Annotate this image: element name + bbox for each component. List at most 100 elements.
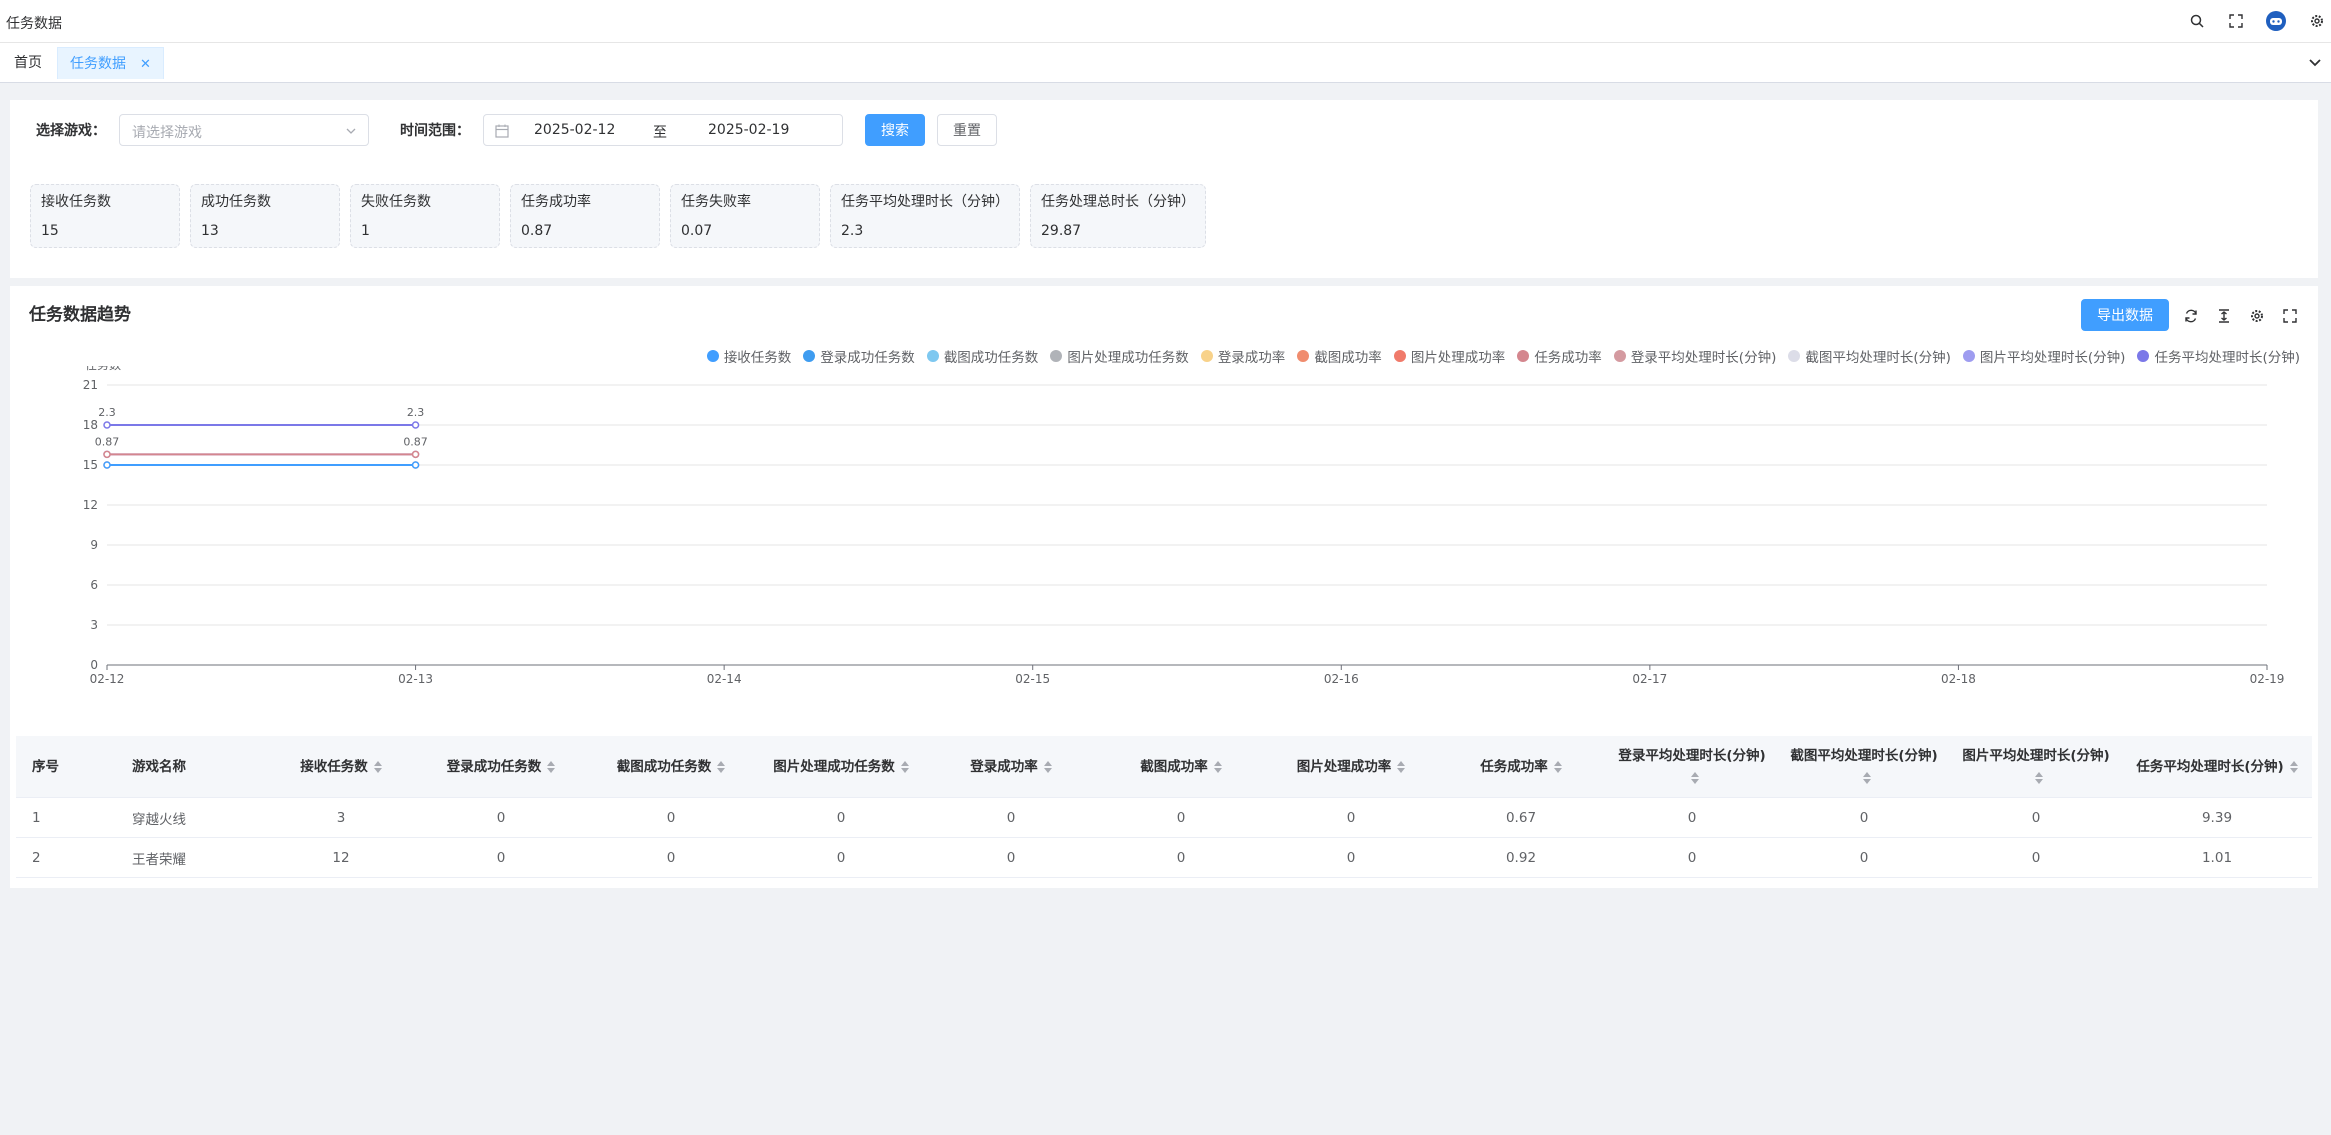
column-header[interactable]: 任务平均处理时长(分钟)	[2122, 736, 2312, 798]
stat-card: 任务失败率 0.07	[670, 184, 820, 248]
trend-title: 任务数据趋势	[29, 305, 131, 325]
sort-icon[interactable]	[1691, 771, 1699, 785]
legend-item[interactable]: 图片平均处理时长(分钟)	[1962, 346, 2125, 366]
legend-item[interactable]: 截图成功率	[1297, 346, 1382, 366]
column-header[interactable]: 截图平均处理时长(分钟)	[1778, 736, 1950, 798]
sort-icon[interactable]	[1397, 760, 1406, 774]
x-tick-label: 02-15	[1015, 672, 1050, 686]
legend-item[interactable]: 接收任务数	[706, 346, 791, 366]
reset-button[interactable]: 重置	[937, 114, 997, 146]
column-header[interactable]: 接收任务数	[266, 736, 416, 798]
sort-icon[interactable]	[373, 760, 382, 774]
sort-icon[interactable]	[1553, 760, 1562, 774]
legend-item[interactable]: 登录平均处理时长(分钟)	[1613, 346, 1776, 366]
legend-dot-icon	[1517, 350, 1530, 362]
table-cell: 0	[496, 850, 506, 866]
column-header[interactable]: 截图成功率	[1096, 736, 1266, 798]
search-icon[interactable]	[2186, 10, 2208, 32]
filter-panel: 选择游戏： 请选择游戏 时间范围： 2025-02-12 至 2025-02-1…	[10, 100, 2318, 278]
column-header: 游戏名称	[132, 736, 282, 798]
legend-item[interactable]: 截图成功任务数	[926, 346, 1038, 366]
legend-label: 图片处理成功任务数	[1067, 350, 1189, 366]
column-header[interactable]: 登录成功任务数	[416, 736, 586, 798]
column-header-label: 截图平均处理时长(分钟)	[1788, 745, 1940, 789]
tab-task-data[interactable]: 任务数据 ✕	[57, 47, 164, 79]
tab-label: 任务数据	[70, 56, 126, 72]
legend-label: 图片处理成功率	[1410, 350, 1506, 366]
column-header-label: 登录成功任务数	[447, 756, 556, 778]
column-header[interactable]: 图片平均处理时长(分钟)	[1950, 736, 2122, 798]
export-button[interactable]: 导出数据	[2081, 299, 2169, 331]
legend-item[interactable]: 图片处理成功率	[1393, 346, 1506, 366]
y-axis-title: 任务数	[85, 366, 121, 372]
legend-dot-icon	[1788, 350, 1801, 362]
sort-icon[interactable]	[1213, 760, 1222, 774]
date-range-picker[interactable]: 2025-02-12 至 2025-02-19	[483, 114, 843, 146]
sort-icon[interactable]	[547, 760, 556, 774]
column-header[interactable]: 登录平均处理时长(分钟)	[1606, 736, 1778, 798]
x-tick-label: 02-17	[1632, 672, 1667, 686]
sort-icon[interactable]	[2289, 760, 2298, 774]
x-tick-label: 02-18	[1941, 672, 1976, 686]
gear-icon[interactable]	[2306, 10, 2328, 32]
table-cell: 0	[1346, 850, 1356, 866]
close-icon[interactable]: ✕	[140, 57, 151, 72]
legend-item[interactable]: 图片处理成功任务数	[1050, 346, 1189, 366]
legend-label: 截图平均处理时长(分钟)	[1805, 350, 1951, 366]
table-cell: 0	[1346, 810, 1356, 826]
y-tick-label: 18	[83, 418, 98, 432]
chevron-down-icon[interactable]	[2305, 53, 2325, 73]
data-label: 0.87	[95, 435, 120, 448]
avatar[interactable]	[2265, 10, 2287, 32]
legend-item[interactable]: 截图平均处理时长(分钟)	[1788, 346, 1951, 366]
tab-home[interactable]: 首页	[2, 47, 54, 79]
table-row[interactable]: 1 穿越火线 3 0 0 0 0 0 0 0.67 0 0 0 9.39	[16, 798, 2312, 838]
table-header: 序号 游戏名称 接收任务数 登录成功任务数 截图成功任务数 图片处理成功任务数 登录成功率 截…	[16, 736, 2312, 798]
column-header[interactable]: 截图成功任务数	[586, 736, 756, 798]
data-point	[103, 450, 111, 459]
search-button[interactable]: 搜索	[865, 114, 925, 146]
stat-card: 任务平均处理时长（分钟） 2.3	[830, 184, 1020, 248]
column-header-label: 登录成功率	[970, 756, 1052, 778]
legend-item[interactable]: 登录成功率	[1200, 346, 1286, 366]
stat-label: 任务平均处理时长（分钟）	[841, 194, 1009, 210]
game-select[interactable]: 请选择游戏	[119, 114, 369, 146]
legend-label: 任务成功率	[1534, 350, 1602, 366]
column-header-label: 游戏名称	[132, 759, 186, 775]
column-header[interactable]: 图片处理成功率	[1266, 736, 1436, 798]
legend-label: 任务平均处理时长(分钟)	[2154, 350, 2300, 366]
sort-icon[interactable]	[1043, 760, 1052, 774]
data-label: 2.3	[407, 406, 425, 419]
legend-dot-icon	[1613, 350, 1626, 362]
legend-label: 登录成功率	[1217, 350, 1286, 366]
refresh-icon[interactable]	[2180, 305, 2202, 327]
column-height-icon[interactable]	[2213, 305, 2235, 327]
sort-icon[interactable]	[2035, 771, 2043, 785]
legend-dot-icon	[706, 350, 719, 362]
sort-icon[interactable]	[717, 760, 726, 774]
start-date-input[interactable]: 2025-02-12	[534, 122, 615, 138]
x-tick-label: 02-12	[90, 672, 125, 686]
legend-item[interactable]: 登录成功任务数	[803, 346, 915, 366]
fullscreen-icon[interactable]	[2225, 10, 2247, 32]
end-date-input[interactable]: 2025-02-19	[708, 122, 789, 138]
column-header[interactable]: 任务成功率	[1436, 736, 1606, 798]
column-header[interactable]: 登录成功率	[926, 736, 1096, 798]
sort-icon[interactable]	[1863, 771, 1871, 785]
table-row[interactable]: 2 王者荣耀 12 0 0 0 0 0 0 0.92 0 0 0 1.01	[16, 838, 2312, 878]
stat-value: 0.07	[681, 223, 713, 239]
column-header[interactable]: 图片处理成功任务数	[756, 736, 926, 798]
legend-dot-icon	[2137, 350, 2150, 362]
legend-item[interactable]: 任务平均处理时长(分钟)	[2137, 346, 2300, 366]
stat-card: 成功任务数 13	[190, 184, 340, 248]
settings-icon[interactable]	[2246, 305, 2268, 327]
fullscreen-icon[interactable]	[2279, 305, 2301, 327]
legend-label: 截图成功率	[1314, 350, 1382, 366]
legend-item[interactable]: 任务成功率	[1517, 346, 1602, 366]
stat-value: 13	[201, 223, 219, 239]
table-cell: 12	[332, 850, 350, 866]
sort-icon[interactable]	[900, 760, 909, 774]
column-header-label: 任务成功率	[1480, 756, 1562, 778]
table-cell: 0	[496, 810, 506, 826]
stat-card: 失败任务数 1	[350, 184, 500, 248]
